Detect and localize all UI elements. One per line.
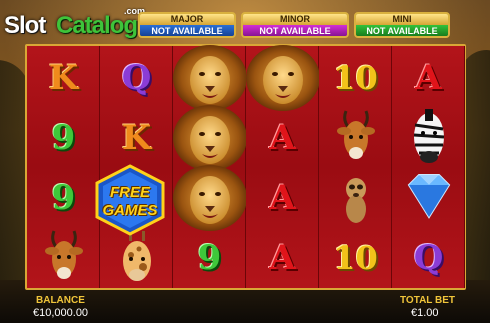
diamond-icon [397, 167, 461, 230]
diamond-symbol [392, 168, 465, 228]
giraffe-symbol [100, 228, 173, 288]
impala-icon [326, 107, 386, 170]
lion-symbol [172, 45, 247, 111]
footer-bar: BALANCE €10,000.00 TOTAL BET €1.00 [0, 292, 490, 323]
reel-cell: K [100, 108, 173, 168]
symbol-10: 10 [333, 239, 378, 277]
meerkat-symbol [319, 168, 392, 228]
reel-cell: A [246, 228, 319, 288]
jackpot-mini: MINI NOT AVAILABLE [354, 12, 450, 38]
reel-5: 10 10 [319, 46, 392, 288]
reel-grid: K99 QK 9 A A A 10 10 A Q FREE GAMES [25, 44, 466, 290]
reel-cell: 10 [319, 48, 392, 108]
jackpot-major-value: NOT AVAILABLE [140, 25, 234, 36]
symbol-k: K [48, 58, 79, 98]
reel-3: 9 [172, 45, 247, 288]
jackpot-minor-title: MINOR [243, 14, 347, 25]
reel-cell: 9 [27, 108, 100, 168]
lion-symbol [245, 45, 320, 111]
meerkat-icon [326, 167, 386, 230]
total-bet-value: €1.00 [411, 307, 439, 319]
reel-4: AAA [245, 45, 320, 288]
symbol-9: 9 [197, 238, 222, 278]
reel-cell: A [246, 168, 319, 228]
symbol-a: A [269, 238, 296, 278]
reel-cell: A [392, 48, 465, 108]
symbol-q: Q [413, 238, 444, 278]
reel-cell: Q [392, 228, 465, 288]
game-background: Slot Catalog .com MAJOR NOT AVAILABLE MI… [0, 0, 490, 323]
symbol-a: A [269, 118, 296, 158]
symbol-k: K [121, 118, 152, 158]
reel-cell: K [27, 48, 100, 108]
lion-icon [172, 104, 248, 172]
impala-icon [34, 227, 94, 290]
logo-slot-text: Slot [4, 12, 46, 39]
jackpot-mini-value: NOT AVAILABLE [356, 25, 448, 36]
reel-cell: A [246, 108, 319, 168]
lion-icon [172, 164, 248, 232]
zebra-symbol [392, 108, 465, 168]
jackpot-major: MAJOR NOT AVAILABLE [138, 12, 236, 38]
reel-cell: 10 [319, 228, 392, 288]
lion-symbol [172, 165, 247, 231]
reel-cell: 9 [27, 168, 100, 228]
jackpot-minor-value: NOT AVAILABLE [243, 25, 347, 36]
symbol-10: 10 [333, 59, 378, 97]
lion-icon [172, 44, 248, 112]
symbol-a: A [269, 178, 296, 218]
symbol-9: 9 [51, 178, 76, 218]
lion-icon [245, 44, 321, 112]
total-bet-label: TOTAL BET [400, 295, 455, 306]
jackpot-minor: MINOR NOT AVAILABLE [241, 12, 349, 38]
lion-symbol [172, 105, 247, 171]
impala-symbol [27, 228, 100, 288]
balance-label: BALANCE [36, 295, 85, 306]
symbol-a: A [415, 58, 442, 98]
reel-1: K 9 9 [27, 46, 100, 288]
impala-symbol [319, 108, 392, 168]
free-games-line2: GAMES [102, 202, 158, 219]
reel-6: A Q [392, 46, 465, 288]
free-games-badge: FREE GAMES [93, 164, 167, 236]
free-games-line1: FREE [109, 184, 150, 201]
logo-catalog-text: Catalog [56, 12, 138, 39]
symbol-q: Q [121, 58, 152, 98]
zebra-icon [399, 107, 459, 170]
jackpot-major-title: MAJOR [140, 14, 234, 25]
jackpot-mini-title: MINI [356, 14, 448, 25]
reel-cell: 9 [173, 228, 246, 288]
reel-cell: Q [100, 48, 173, 108]
site-logo: Slot Catalog .com [4, 6, 154, 40]
balance-value: €10,000.00 [33, 307, 89, 319]
symbol-9: 9 [51, 118, 76, 158]
